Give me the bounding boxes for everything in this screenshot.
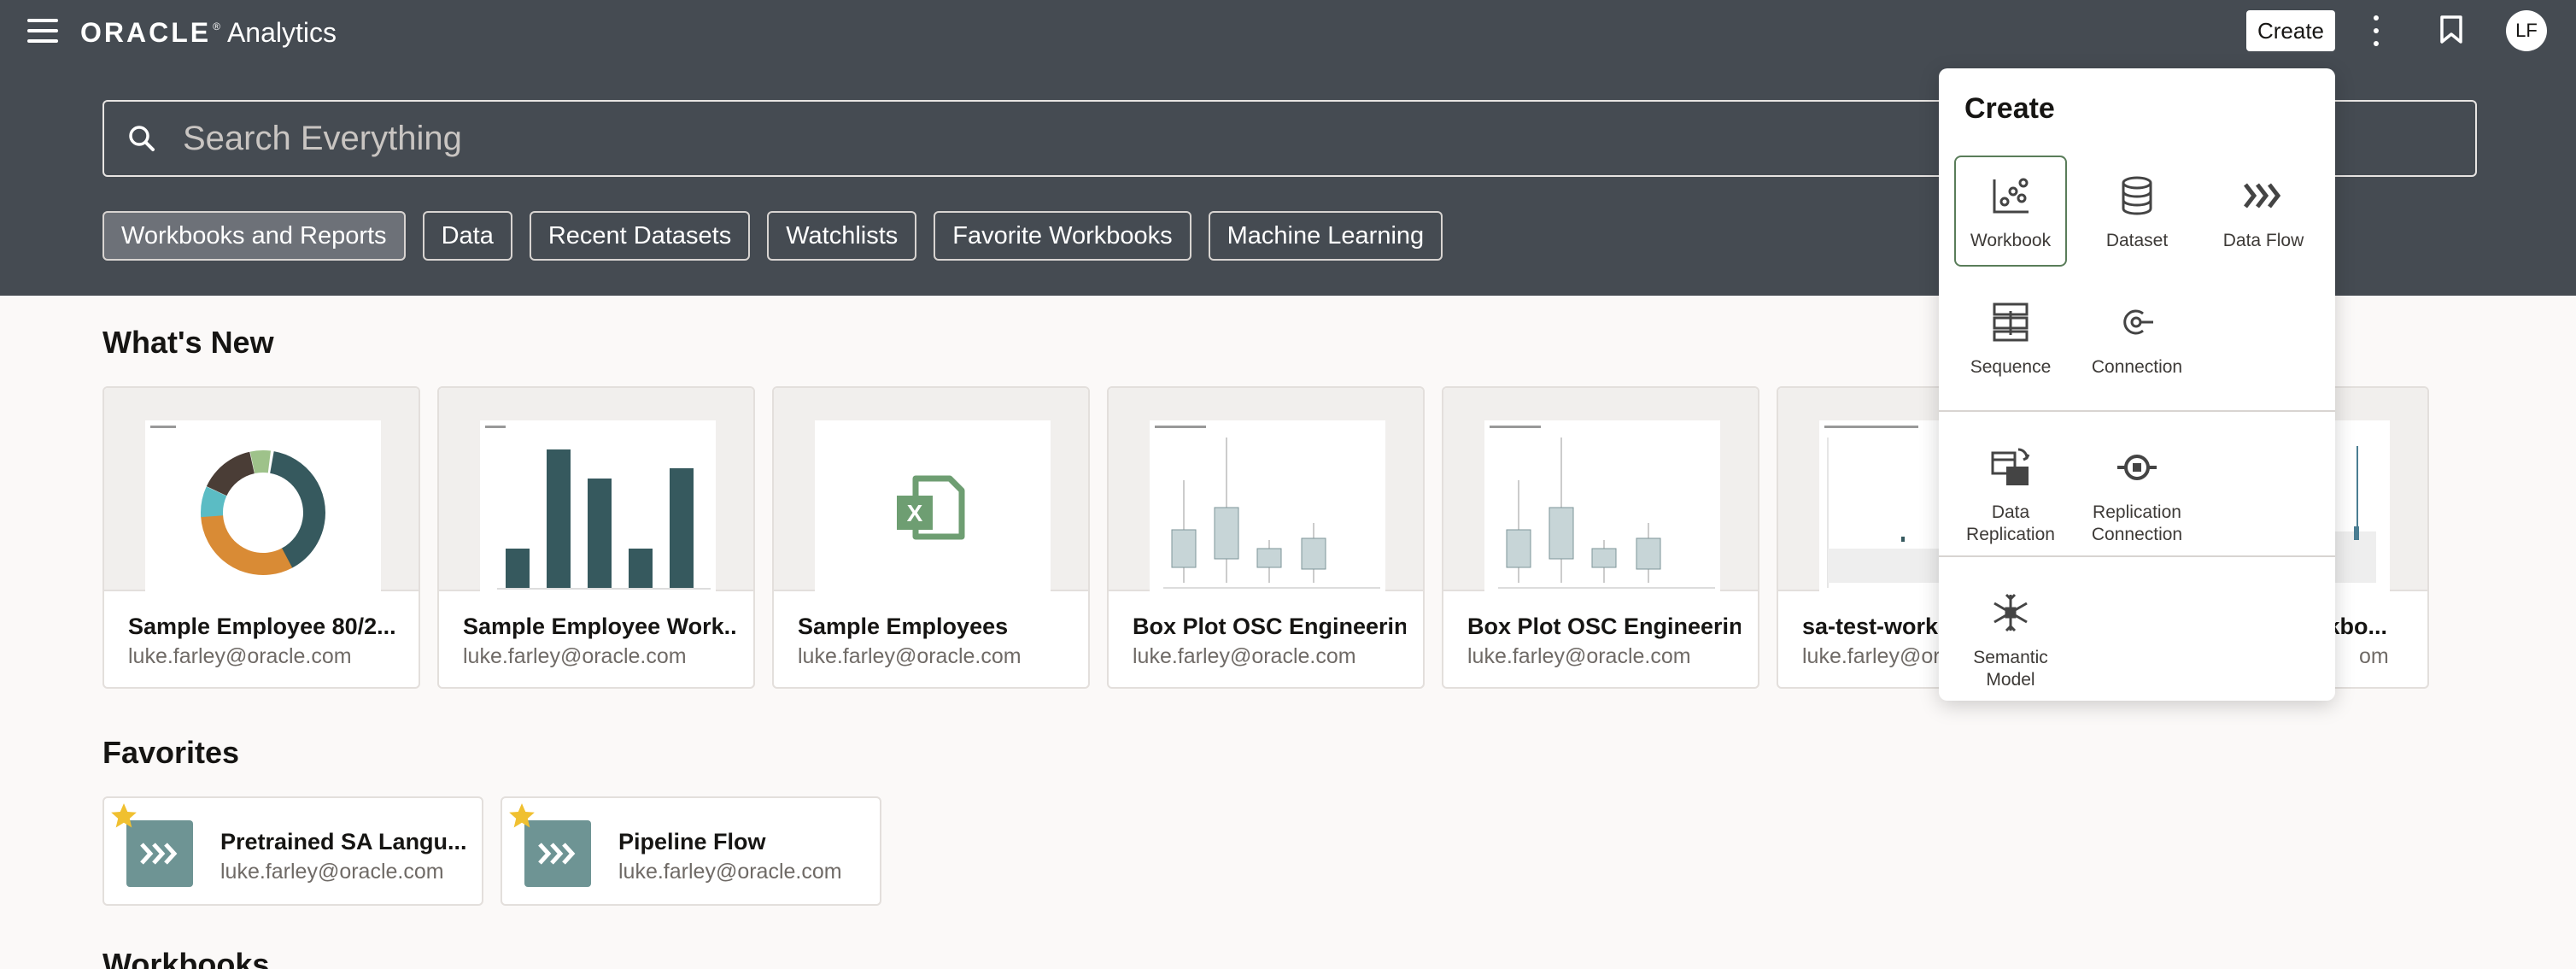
brand-product: Analytics	[226, 16, 337, 48]
brand-trademark: ®	[213, 21, 220, 32]
create-data-flow-item[interactable]: Data Flow	[2207, 174, 2320, 252]
card-title: Sample Employee Work...	[463, 614, 736, 639]
create-semantic-model-label: Semantic Model	[1973, 648, 2048, 690]
card-title: Sample Employees	[798, 614, 1009, 639]
dataset-icon	[2122, 176, 2152, 215]
sequence-icon	[1993, 302, 2029, 342]
card-owner: om	[2359, 644, 2389, 668]
workbook-card[interactable]: Box Plot OSC Engineering luke.farley@ora…	[1442, 386, 1759, 689]
create-connection-label: Connection	[2091, 357, 2183, 377]
create-menu-title: Create	[1964, 92, 2055, 125]
create-workbook-label: Workbook	[1970, 231, 2052, 250]
card-owner: luke.farley@or	[1802, 644, 1941, 668]
replication-connection-icon	[2117, 455, 2157, 480]
bar-chart-thumbnail	[485, 426, 711, 590]
chip-recent-datasets[interactable]: Recent Datasets	[529, 211, 751, 261]
more-options-icon[interactable]	[2371, 15, 2381, 46]
workbook-card[interactable]: Sample Employee Work... luke.farley@orac…	[437, 386, 755, 689]
whats-new-title: What's New	[102, 325, 274, 360]
workbooks-title: Workbooks	[102, 947, 270, 969]
svg-text:X: X	[907, 500, 923, 526]
workbook-card[interactable]: Sample Employee 80/2... luke.farley@orac…	[102, 386, 420, 689]
workbook-icon	[1993, 178, 2029, 214]
create-connection-item[interactable]: Connection	[2081, 301, 2193, 379]
card-thumbnail	[1443, 388, 1758, 591]
favorite-title: Pipeline Flow	[618, 829, 766, 854]
brand-logo[interactable]: ORACLE ® Analytics	[80, 14, 337, 51]
card-owner: luke.farley@oracle.com	[798, 644, 1022, 668]
favorite-item[interactable]: Pretrained SA Langu... luke.farley@oracl…	[102, 796, 483, 906]
favorite-title: Pretrained SA Langu...	[220, 829, 467, 854]
favorite-star-icon[interactable]	[109, 802, 138, 831]
card-owner: luke.farley@oracle.com	[1133, 644, 1356, 668]
card-owner: luke.farley@oracle.com	[1467, 644, 1691, 668]
create-sequence-label: Sequence	[1970, 357, 2052, 377]
card-thumbnail	[439, 388, 753, 591]
card-title: Sample Employee 80/2...	[128, 614, 396, 639]
semantic-model-icon	[1993, 593, 2028, 632]
menu-divider	[1939, 555, 2335, 557]
data-replication-icon	[1991, 448, 2030, 485]
chip-watchlists[interactable]: Watchlists	[767, 211, 917, 261]
menu-divider	[1939, 410, 2335, 412]
create-data-replication-item[interactable]: Data Replication	[1954, 446, 2067, 546]
chip-machine-learning[interactable]: Machine Learning	[1208, 211, 1443, 261]
create-replication-connection-item[interactable]: Replication Connection	[2081, 446, 2193, 546]
create-replication-connection-label: Replication Connection	[2091, 502, 2183, 544]
search-icon	[129, 126, 155, 151]
card-owner: luke.farley@oracle.com	[463, 644, 687, 668]
chip-data[interactable]: Data	[422, 211, 512, 261]
excel-file-icon: X	[897, 475, 965, 540]
card-thumbnail	[104, 388, 419, 591]
box-plot-thumbnail	[1490, 426, 1715, 589]
brand-oracle: ORACLE	[80, 16, 212, 48]
data-flow-icon	[2244, 183, 2281, 208]
card-owner: luke.farley@oracle.com	[128, 644, 352, 668]
hamburger-menu-icon[interactable]	[27, 19, 58, 44]
create-workbook-item[interactable]: Workbook	[1954, 156, 2067, 267]
card-title: Box Plot OSC Engineering	[1467, 614, 1741, 639]
favorite-owner: luke.farley@oracle.com	[220, 860, 444, 884]
connection-icon	[2123, 309, 2153, 335]
card-title: Box Plot OSC Engineering	[1133, 614, 1406, 639]
favorites-title: Favorites	[102, 735, 240, 770]
create-data-flow-label: Data Flow	[2222, 231, 2304, 250]
create-dataset-item[interactable]: Dataset	[2081, 174, 2193, 252]
box-plot-thumbnail	[1155, 426, 1380, 589]
favorite-item[interactable]: Pipeline Flow luke.farley@oracle.com	[501, 796, 881, 906]
card-thumbnail: X	[774, 388, 1088, 591]
filter-chips: Workbooks and Reports Data Recent Datase…	[102, 211, 1443, 261]
create-menu-popup: Create Workbook Dataset Data Flow Sequen…	[1939, 68, 2335, 701]
chip-favorite-workbooks[interactable]: Favorite Workbooks	[934, 211, 1191, 261]
create-data-replication-label: Data Replication	[1966, 502, 2055, 544]
favorite-star-icon[interactable]	[507, 802, 536, 831]
create-button[interactable]: Create	[2246, 10, 2335, 51]
bookmark-icon[interactable]	[2439, 15, 2463, 44]
user-avatar[interactable]: LF	[2506, 10, 2547, 51]
card-thumbnail	[1109, 388, 1423, 591]
chip-workbooks-and-reports[interactable]: Workbooks and Reports	[102, 211, 406, 261]
favorite-owner: luke.farley@oracle.com	[618, 860, 842, 884]
donut-chart-thumbnail	[150, 426, 325, 575]
create-semantic-model-item[interactable]: Semantic Model	[1954, 591, 2067, 691]
dataset-card[interactable]: X Sample Employees luke.farley@oracle.co…	[772, 386, 1090, 689]
create-sequence-item[interactable]: Sequence	[1954, 301, 2067, 379]
workbook-card[interactable]: Box Plot OSC Engineering luke.farley@ora…	[1107, 386, 1425, 689]
create-dataset-label: Dataset	[2105, 231, 2169, 250]
